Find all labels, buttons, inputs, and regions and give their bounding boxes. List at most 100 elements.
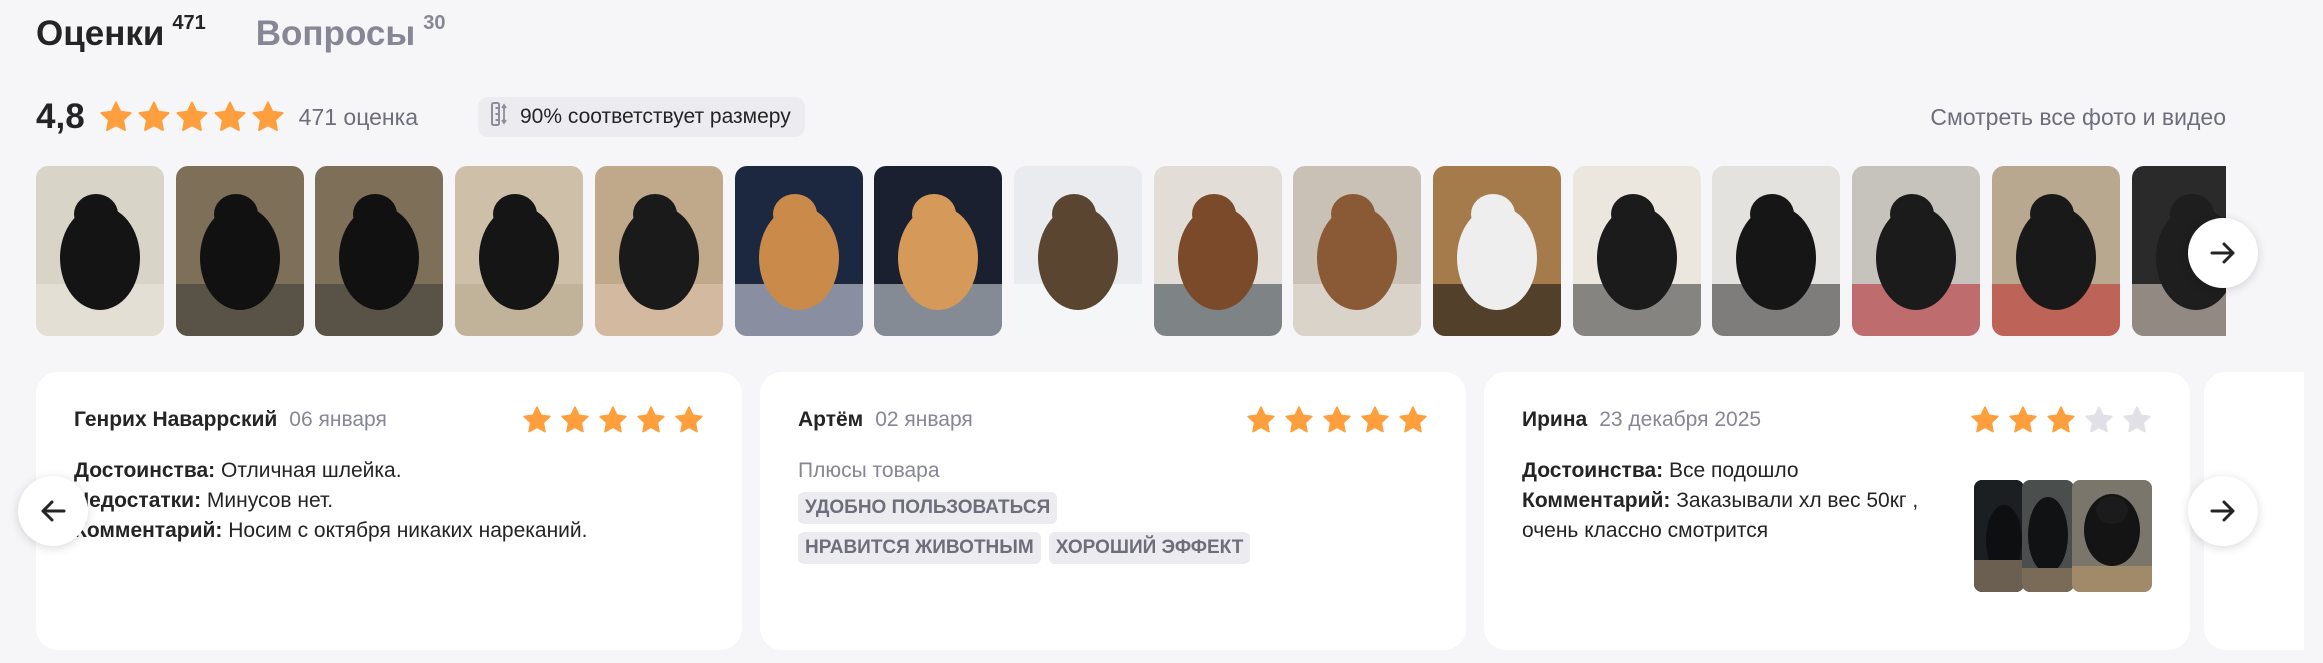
star-filled-icon [675, 406, 703, 433]
gallery-thumbnail[interactable] [36, 166, 164, 336]
tab-ratings-label: Оценки [36, 14, 165, 53]
gallery-thumbnail[interactable] [175, 166, 304, 336]
photo-black-dog-blurry [594, 166, 723, 336]
star-filled-icon [252, 101, 284, 132]
star-filled-icon [176, 101, 208, 132]
star-filled-icon [1399, 406, 1427, 433]
photo-staffy-harness [1153, 166, 1282, 336]
star-filled-icon [2009, 406, 2037, 433]
star-filled-icon [1247, 406, 1275, 433]
star-filled-icon [599, 406, 627, 433]
tab-questions-count: 30 [423, 12, 446, 34]
review-tag: УДОБНО ПОЛЬЗОВАТЬСЯ [798, 492, 1058, 524]
tab-ratings[interactable]: Оценки 471 [36, 12, 206, 56]
photo-harness-in-hand [1852, 166, 1981, 336]
review-text: Плюсы товара УДОБНО ПОЛЬЗОВАТЬСЯ НРАВИТС… [798, 456, 1428, 564]
gallery-thumbnail[interactable] [1153, 166, 1282, 336]
rating-stars [99, 100, 285, 134]
review-author: Ирина [1522, 408, 1588, 431]
photo-shiba-harness-night [874, 166, 1003, 336]
review-photos [1974, 480, 2152, 592]
star-filled-icon [138, 101, 170, 132]
ruler-icon [490, 102, 510, 132]
star-filled-icon [523, 406, 551, 433]
review-date: 02 января [875, 408, 973, 431]
review-tag: ХОРОШИЙ ЭФФЕКТ [1048, 532, 1251, 564]
reviews-count: 471 оценка [298, 103, 418, 130]
gallery-thumbnail[interactable] [1293, 166, 1422, 336]
review-tag: НРАВИТСЯ ЖИВОТНЫМ [798, 532, 1041, 564]
photo-staffy-living-room [1293, 166, 1422, 336]
review-photo[interactable] [2072, 480, 2152, 592]
gallery-thumbnail[interactable] [1433, 166, 1561, 336]
tab-questions[interactable]: Вопросы 30 [256, 12, 446, 56]
photo-white-dog-harness [1433, 166, 1561, 336]
gallery-thumbnail[interactable] [874, 166, 1003, 336]
review-stars [1246, 405, 1428, 435]
photo-harness-red-black [1991, 166, 2120, 336]
gallery-thumbnail[interactable] [594, 166, 723, 336]
comment-label: Комментарий: [1522, 489, 1671, 512]
photo-black-dog-side [455, 166, 584, 336]
review-author: Артём [798, 408, 864, 431]
reviews-next-button[interactable] [2188, 476, 2258, 546]
gallery-thumbnail[interactable] [315, 166, 444, 336]
gallery-thumbnail[interactable] [1852, 166, 1981, 336]
view-all-media-link[interactable]: Смотреть все фото и видео [1930, 104, 2226, 131]
review-tags: УДОБНО ПОЛЬЗОВАТЬСЯ НРАВИТСЯ ЖИВОТНЫМ ХО… [798, 492, 1298, 564]
star-filled-icon [100, 101, 132, 132]
gallery-thumbnail[interactable] [1712, 166, 1841, 336]
review-stars [1970, 405, 2152, 435]
comment-text: Носим с октября никаких нареканий. [228, 519, 588, 542]
size-fit-text: 90% соответствует размеру [519, 105, 791, 128]
pros-text: Отличная шлейка. [221, 459, 402, 482]
review-stars [522, 405, 704, 435]
photo-gallery [36, 166, 2226, 338]
star-filled-icon [214, 101, 246, 132]
comment-text-continued: очень классно смотрится [1522, 519, 1769, 542]
star-filled-icon [1361, 406, 1389, 433]
gallery-thumbnail[interactable] [1991, 166, 2120, 336]
rating-value: 4,8 [36, 97, 85, 136]
review-photo[interactable] [2022, 480, 2074, 592]
star-filled-icon [561, 406, 589, 433]
reviews-carousel: Генрих Наваррский 06 января Достоинства:… [18, 372, 2304, 652]
cons-text: Минусов нет. [206, 489, 334, 512]
pros-label: Достоинства: [74, 459, 216, 482]
star-empty-icon [2085, 406, 2113, 433]
pros-title: Плюсы товара [798, 459, 940, 482]
comment-label: Комментарий: [74, 519, 223, 542]
arrow-right-icon [2210, 500, 2235, 522]
pros-label: Достоинства: [1522, 459, 1664, 482]
star-filled-icon [1285, 406, 1313, 433]
review-date: 06 января [289, 408, 387, 431]
cons-label: Недостатки: [74, 489, 202, 512]
review-photo[interactable] [1974, 480, 2024, 592]
star-filled-icon [2047, 406, 2075, 433]
photo-shiba-snow-night [734, 166, 863, 336]
photo-black-dog-harness [175, 166, 304, 336]
photo-black-dog-sitting [36, 166, 164, 336]
photo-black-dog-harness [315, 166, 444, 336]
reviews-prev-button[interactable] [18, 476, 88, 546]
gallery-thumbnail[interactable] [1013, 166, 1142, 336]
review-tabs: Оценки 471 Вопросы 30 [36, 12, 445, 62]
review-text: Достоинства: Отличная шлейка. Недостатки… [74, 456, 704, 546]
review-author: Генрих Наваррский [74, 408, 278, 431]
arrow-right-icon [2210, 242, 2235, 264]
photo-dog-snow [1013, 166, 1142, 336]
gallery-thumbnail[interactable] [1572, 166, 1701, 336]
gallery-thumbnail[interactable] [455, 166, 584, 336]
photo-harness-product-back [1712, 166, 1841, 336]
star-filled-icon [637, 406, 665, 433]
gallery-thumbnail[interactable] [734, 166, 863, 336]
review-date: 23 декабря 2025 [1599, 408, 1762, 431]
gallery-next-button[interactable] [2188, 218, 2258, 288]
rating-summary: 4,8 471 оценка 90% соответствует размеру… [36, 92, 2226, 142]
review-card: Генрих Наваррский 06 января Достоинства:… [36, 372, 742, 650]
star-empty-icon [2123, 406, 2151, 433]
arrow-left-icon [41, 500, 66, 522]
comment-text: Заказывали хл вес 50кг , [1676, 489, 1919, 512]
star-filled-icon [1323, 406, 1351, 433]
review-card: Артём 02 января Плюсы товара УДОБНО ПОЛЬ… [760, 372, 1466, 650]
